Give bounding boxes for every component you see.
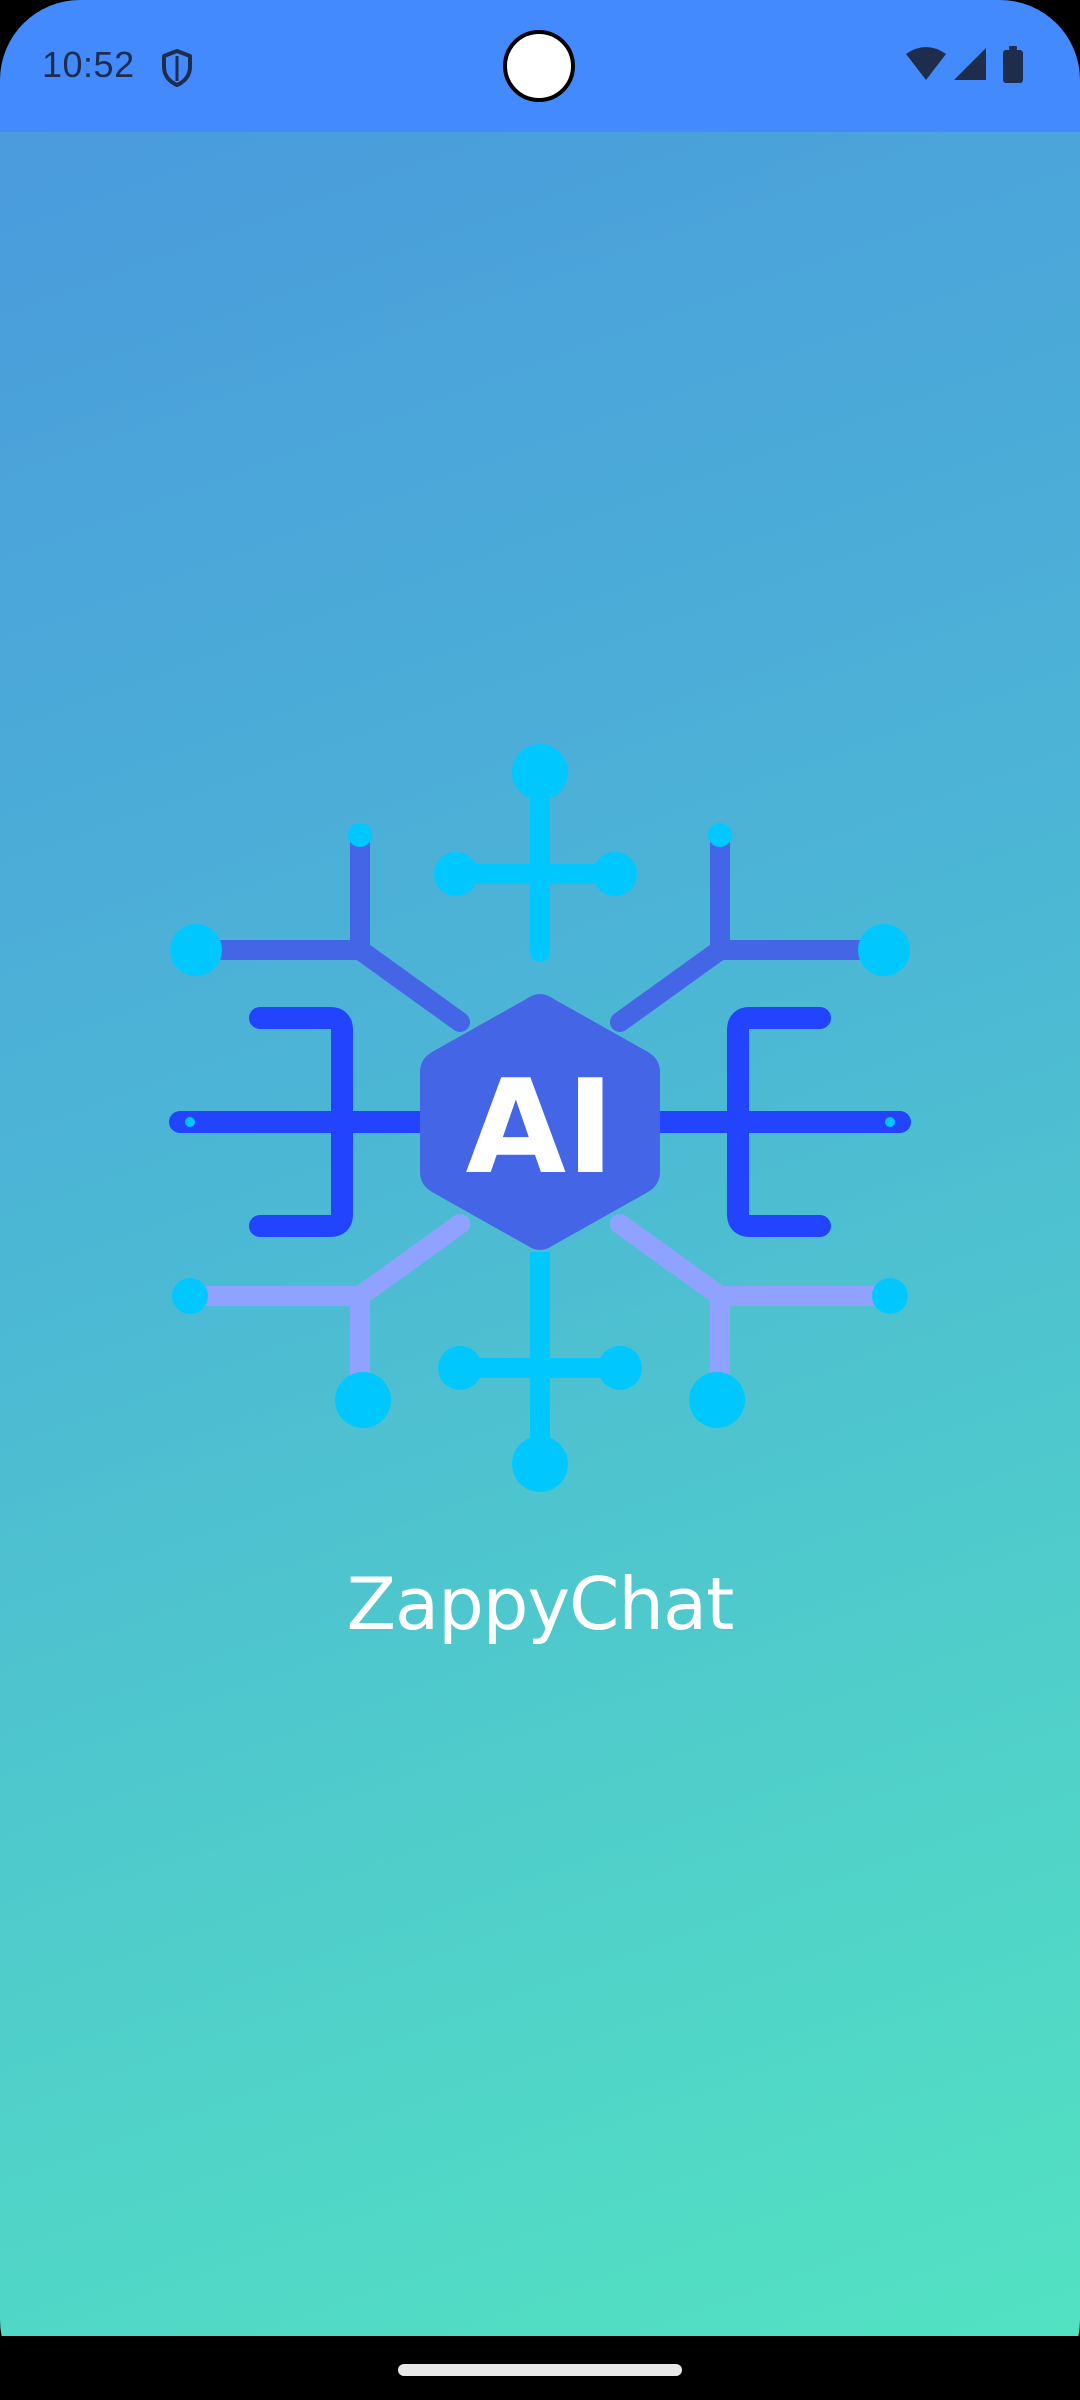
battery-icon: [1003, 46, 1023, 83]
ai-network-hexagon-icon: AI: [169, 744, 911, 1492]
cellular-signal-icon: [954, 48, 986, 80]
splash-background: AI ZappyChat: [0, 132, 1080, 2336]
logo-text: AI: [466, 1051, 615, 1203]
device-frame: 10:52 AI ZappyChat: [0, 0, 1080, 2400]
app-name: ZappyChat: [346, 1562, 735, 1646]
camera-cutout: [503, 30, 575, 102]
shield-icon: [162, 49, 192, 87]
status-icons: [904, 46, 1034, 86]
status-time: 10:52: [42, 44, 135, 85]
wifi-icon: [906, 47, 946, 80]
screen: 10:52 AI ZappyChat: [0, 0, 1080, 2400]
home-gesture-handle[interactable]: [398, 2364, 682, 2376]
status-bar: 10:52: [0, 0, 1080, 132]
